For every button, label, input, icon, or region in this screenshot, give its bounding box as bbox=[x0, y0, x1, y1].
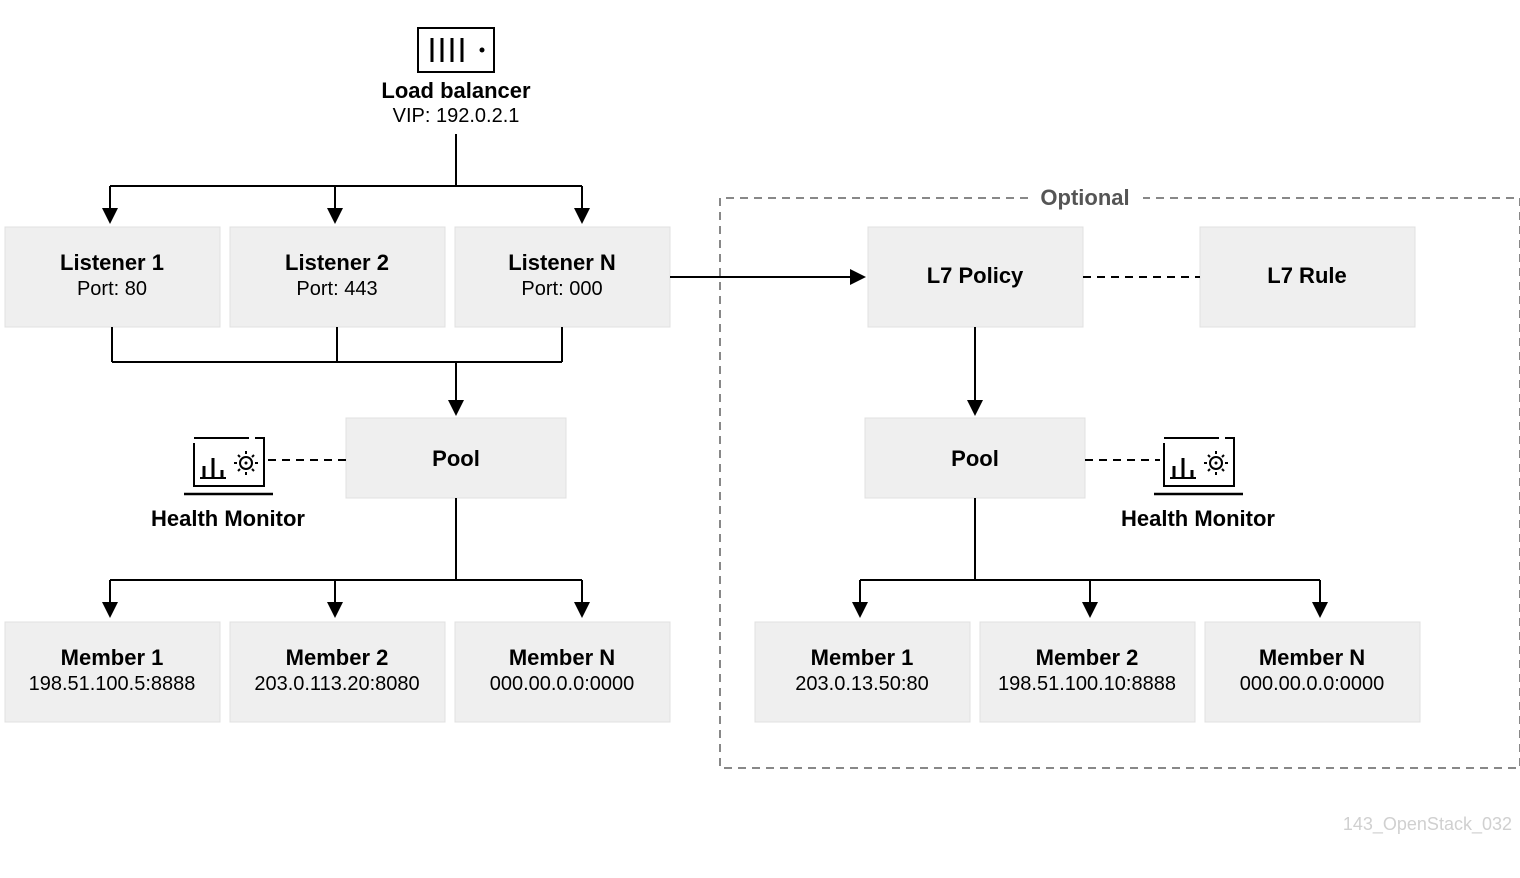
member-right-2-title: Member 2 bbox=[1036, 645, 1139, 670]
listener-2-sub: Port: 443 bbox=[296, 278, 377, 300]
l7-rule-label: L7 Rule bbox=[1267, 263, 1346, 288]
server-icon bbox=[418, 28, 494, 72]
pool-right-label: Pool bbox=[951, 446, 999, 471]
health-monitor-right-label: Health Monitor bbox=[1121, 506, 1275, 531]
member-left-1-box: Member 1 198.51.100.5:8888 bbox=[5, 622, 220, 722]
listener-1-sub: Port: 80 bbox=[77, 278, 147, 300]
member-left-n-title: Member N bbox=[509, 645, 615, 670]
listener-1-title: Listener 1 bbox=[60, 250, 164, 275]
member-right-2-sub: 198.51.100.10:8888 bbox=[998, 673, 1176, 695]
watermark: 143_OpenStack_032 bbox=[1343, 814, 1512, 835]
member-right-2-box: Member 2 198.51.100.10:8888 bbox=[980, 622, 1195, 722]
member-left-2-box: Member 2 203.0.113.20:8080 bbox=[230, 622, 445, 722]
member-right-1-title: Member 1 bbox=[811, 645, 914, 670]
member-right-n-title: Member N bbox=[1259, 645, 1365, 670]
listener-1-box: Listener 1 Port: 80 bbox=[5, 227, 220, 327]
lb-sub: VIP: 192.0.2.1 bbox=[393, 105, 520, 127]
lb-title: Load balancer bbox=[381, 78, 531, 103]
member-right-n-box: Member N 000.00.0.0:0000 bbox=[1205, 622, 1420, 722]
health-monitor-left-label: Health Monitor bbox=[151, 506, 305, 531]
listener-2-title: Listener 2 bbox=[285, 250, 389, 275]
member-left-1-sub: 198.51.100.5:8888 bbox=[29, 673, 196, 695]
member-left-2-title: Member 2 bbox=[286, 645, 389, 670]
optional-label: Optional bbox=[1040, 185, 1129, 210]
member-left-2-sub: 203.0.113.20:8080 bbox=[254, 673, 419, 695]
health-monitor-right-icon bbox=[1154, 438, 1243, 494]
member-right-1-box: Member 1 203.0.13.50:80 bbox=[755, 622, 970, 722]
member-right-n-sub: 000.00.0.0:0000 bbox=[1240, 673, 1385, 695]
listener-2-box: Listener 2 Port: 443 bbox=[230, 227, 445, 327]
pool-left-label: Pool bbox=[432, 446, 480, 471]
member-left-1-title: Member 1 bbox=[61, 645, 164, 670]
listener-n-box: Listener N Port: 000 bbox=[455, 227, 670, 327]
member-left-n-sub: 000.00.0.0:0000 bbox=[490, 673, 635, 695]
l7-policy-label: L7 Policy bbox=[927, 263, 1024, 288]
listener-n-title: Listener N bbox=[508, 250, 616, 275]
member-left-n-box: Member N 000.00.0.0:0000 bbox=[455, 622, 670, 722]
listener-n-sub: Port: 000 bbox=[521, 278, 602, 300]
diagram-svg: Load balancer VIP: 192.0.2.1 Listener 1 … bbox=[0, 0, 1520, 873]
member-right-1-sub: 203.0.13.50:80 bbox=[795, 673, 928, 695]
health-monitor-left-icon bbox=[184, 438, 273, 494]
